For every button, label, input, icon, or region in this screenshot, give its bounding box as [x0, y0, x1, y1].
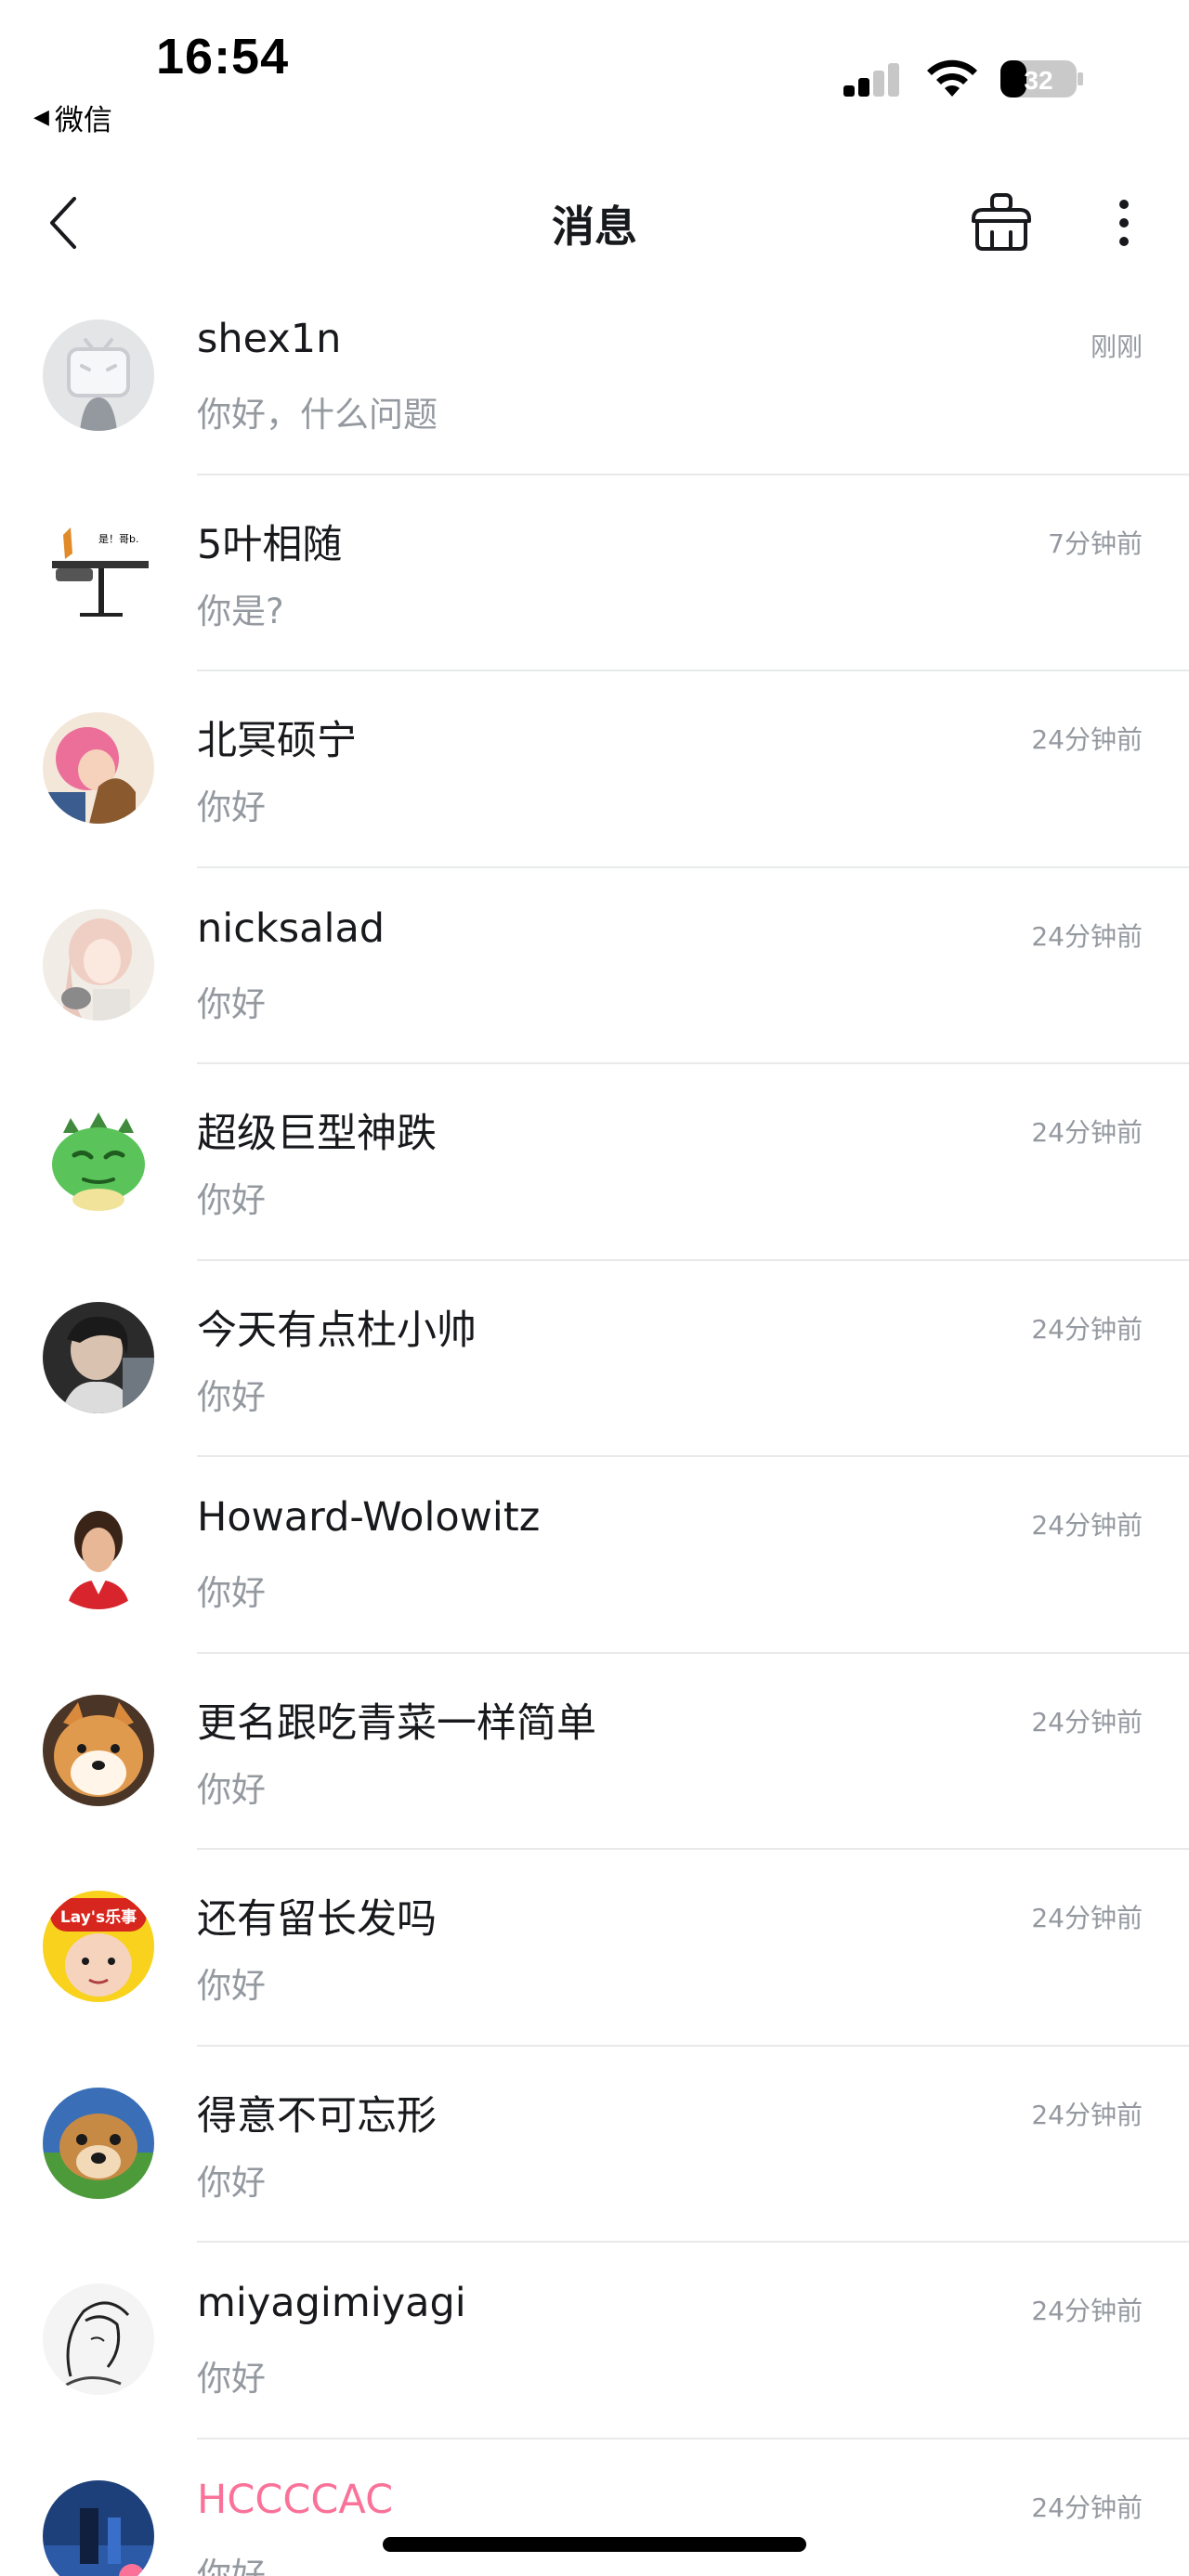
- conversation-name-vip: HCCCCAC: [197, 2476, 394, 2523]
- conversation-row[interactable]: 更名跟吃青菜一样简单 你好 24分钟前: [0, 1654, 1189, 1850]
- nav-bar: 消息: [0, 167, 1189, 279]
- conversation-time: 24分钟前: [1031, 2099, 1143, 2130]
- conversation-name: miyagimiyagi: [197, 2280, 466, 2326]
- blue-scene-avatar[interactable]: [43, 2479, 154, 2576]
- conversation-name: 北冥硕宁: [197, 718, 357, 764]
- back-app-label: 微信: [54, 104, 112, 137]
- battery-icon: 32: [1000, 60, 1083, 98]
- conversation-last-message: 你好: [197, 1573, 266, 1613]
- wifi-icon: [927, 59, 977, 97]
- conversation-last-message: 你好: [197, 2162, 266, 2203]
- conversation-last-message: 你好: [197, 1769, 266, 1810]
- conversation-row[interactable]: 是！哥b. 5叶相随 你是? 7分钟前: [0, 475, 1189, 671]
- avatar-caption: 是！哥b.: [98, 533, 138, 545]
- conversation-name: shex1n: [197, 316, 342, 362]
- howard-avatar[interactable]: [43, 1498, 154, 1609]
- conversation-last-message: 你好: [197, 2359, 266, 2399]
- conversation-last-message: 你好: [197, 983, 266, 1024]
- conversation-last-message: 你好: [197, 1966, 266, 2006]
- shiba-dog-avatar[interactable]: [43, 1694, 154, 1806]
- conversation-row[interactable]: 得意不可忘形 你好 24分钟前: [0, 2047, 1189, 2243]
- clear-unread-broom-icon[interactable]: [968, 191, 1035, 253]
- conversation-last-message: 你好，什么问题: [197, 395, 438, 435]
- conversation-name: 今天有点杜小帅: [197, 1307, 477, 1354]
- conversation-name: 更名跟吃青菜一样简单: [197, 1699, 596, 1747]
- conversation-row[interactable]: Howard-Wolowitz 你好 24分钟前: [0, 1457, 1189, 1654]
- back-to-app-link[interactable]: ◀ 微信: [33, 97, 112, 138]
- chair-meme-avatar[interactable]: 是！哥b.: [43, 515, 154, 628]
- conversation-row[interactable]: 北冥硕宁 你好 24分钟前: [0, 671, 1189, 868]
- lays-baby-avatar[interactable]: Lay's乐事: [43, 1891, 154, 2002]
- home-indicator[interactable]: [383, 2537, 806, 2552]
- conversation-time: 7分钟前: [1048, 527, 1143, 559]
- conversation-name: Howard-Wolowitz: [197, 1494, 541, 1541]
- status-time: 16:54: [156, 29, 290, 85]
- battery-level: 32: [1024, 66, 1052, 95]
- conversation-name: nicksalad: [197, 904, 385, 952]
- conversation-time: 24分钟前: [1031, 1903, 1143, 1933]
- conversation-last-message: 你好: [197, 1180, 266, 1220]
- anime-pink-hair-avatar[interactable]: [43, 712, 154, 824]
- conversation-time: 24分钟前: [1031, 1117, 1143, 1148]
- conversation-row[interactable]: shex1n 你好，什么问题 刚刚: [0, 279, 1189, 475]
- conversation-row[interactable]: miyagimiyagi 你好 24分钟前: [0, 2243, 1189, 2439]
- cellular-signal-icon: [843, 63, 899, 97]
- sketch-avatar[interactable]: [43, 2283, 154, 2395]
- conversation-time: 24分钟前: [1031, 1313, 1143, 1345]
- conversation-time: 刚刚: [1090, 332, 1143, 362]
- conversation-row[interactable]: 超级巨型神跌 你好 24分钟前: [0, 1064, 1189, 1261]
- conversation-row[interactable]: Lay's乐事 还有留长发吗 你好 24分钟前: [0, 1850, 1189, 2047]
- conversation-time: 24分钟前: [1031, 1510, 1143, 1541]
- conversation-name: 超级巨型神跌: [197, 1111, 437, 1157]
- conversation-list: shex1n 你好，什么问题 刚刚 是！哥b. 5叶相随 你是? 7分钟前 北冥…: [0, 279, 1189, 2576]
- avatar-caption: Lay's乐事: [60, 1908, 137, 1927]
- conversation-row[interactable]: nicksalad 你好 24分钟前: [0, 868, 1189, 1064]
- status-bar: 16:54 ◀ 微信 32: [0, 0, 1189, 139]
- conversation-last-message: 你好: [197, 1376, 266, 1417]
- conversation-name: 还有留长发吗: [197, 1896, 437, 1943]
- conversation-time: 24分钟前: [1031, 2491, 1143, 2523]
- conversation-time: 24分钟前: [1031, 920, 1143, 952]
- conversation-name: 得意不可忘形: [197, 2092, 437, 2140]
- back-triangle-icon: ◀: [33, 106, 49, 129]
- conversation-time: 24分钟前: [1031, 724, 1143, 755]
- anime-girl-avatar[interactable]: [43, 908, 154, 1021]
- default-tv-avatar[interactable]: [43, 319, 154, 431]
- conversation-last-message: 你好: [197, 2555, 266, 2576]
- dog-grass-avatar[interactable]: [43, 2087, 154, 2199]
- conversation-last-message: 你是?: [197, 591, 284, 631]
- conversation-name: 5叶相随: [197, 521, 343, 568]
- green-dragon-avatar[interactable]: [43, 1105, 154, 1216]
- more-options-icon[interactable]: [1102, 193, 1146, 253]
- conversation-time: 24分钟前: [1031, 1706, 1143, 1737]
- conversation-last-message: 你好: [197, 787, 266, 827]
- photo-person-avatar[interactable]: [43, 1301, 154, 1413]
- conversation-time: 24分钟前: [1031, 2296, 1143, 2326]
- conversation-row[interactable]: HCCCCAC 你好 24分钟前: [0, 2439, 1189, 2576]
- conversation-row[interactable]: 今天有点杜小帅 你好 24分钟前: [0, 1261, 1189, 1457]
